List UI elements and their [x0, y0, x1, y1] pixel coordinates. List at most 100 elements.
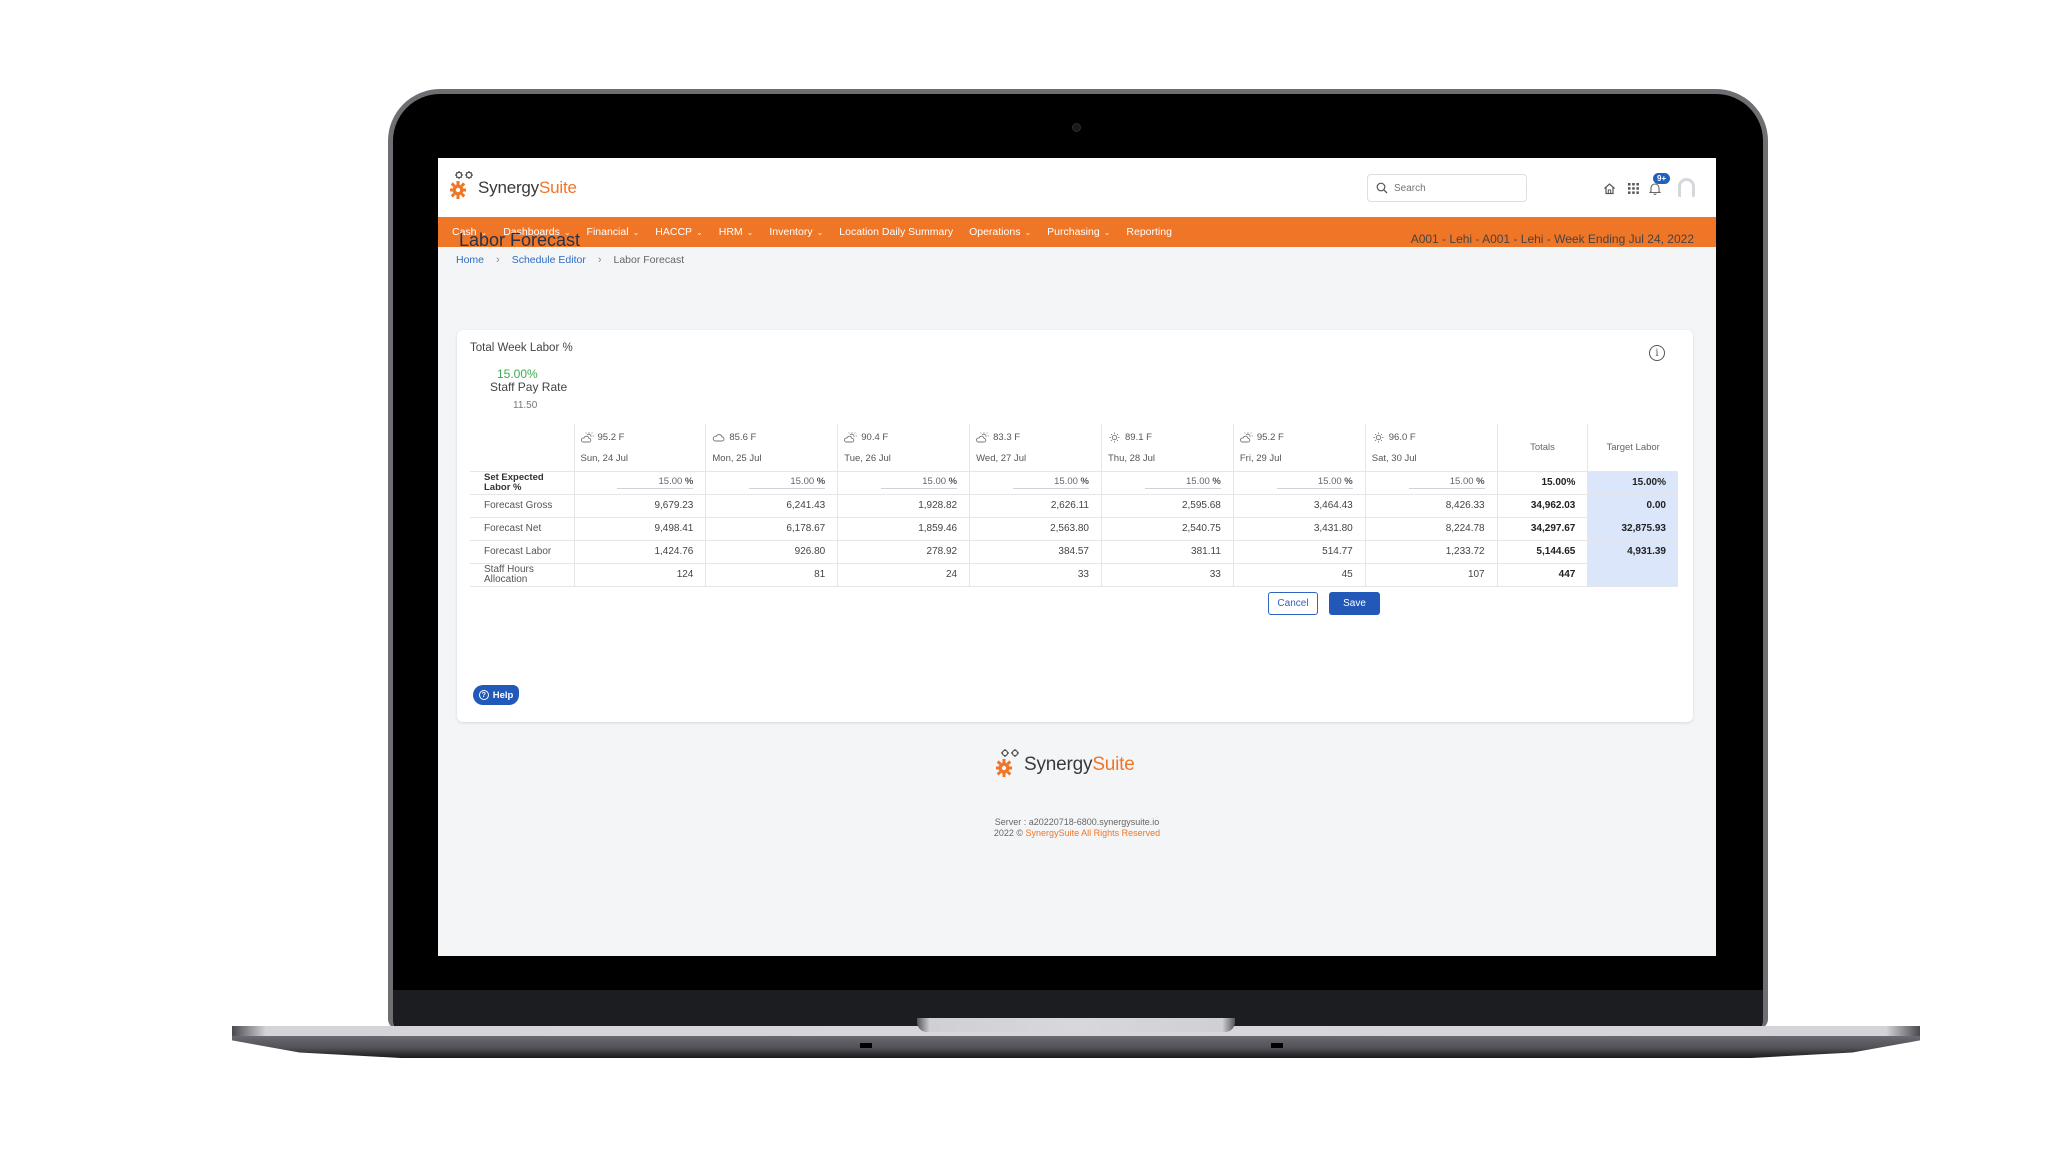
- app-header: SynergySuite 9+: [438, 158, 1716, 217]
- weather-forecast: 96.0 F: [1372, 430, 1491, 445]
- expected-labor-input[interactable]: 15.00 %: [881, 476, 958, 489]
- nav-item-reporting[interactable]: Reporting: [1126, 226, 1172, 238]
- row-target-labor: [1587, 563, 1678, 587]
- sunny-icon: [1372, 432, 1389, 443]
- camera-icon: [1072, 123, 1081, 132]
- staff-pay-rate-label: Staff Pay Rate: [490, 380, 568, 394]
- footer-brand-name: SynergySuite: [1024, 754, 1135, 775]
- nav-item-label: Operations: [969, 226, 1021, 238]
- chevron-down-icon: ⌄: [696, 227, 703, 237]
- nav-item-label: HRM: [718, 226, 743, 238]
- input-value: 15.00: [790, 476, 815, 487]
- save-button[interactable]: Save: [1329, 592, 1380, 615]
- breadcrumb-schedule-editor[interactable]: Schedule Editor: [512, 254, 586, 266]
- app-screen: SynergySuite 9+ Cash⌄Dashboards⌄Financia…: [438, 158, 1716, 956]
- weather-forecast: 89.1 F: [1108, 430, 1227, 445]
- row-total: 34,962.03: [1497, 494, 1589, 518]
- expected-labor-input[interactable]: 15.00 %: [1013, 476, 1089, 489]
- table-cell: 8,426.33: [1365, 494, 1498, 518]
- gears-icon: [450, 170, 476, 200]
- apps-grid-icon[interactable]: [1625, 180, 1641, 196]
- breadcrumb-home[interactable]: Home: [456, 254, 484, 266]
- laptop-base: [232, 1036, 1920, 1058]
- table-cell: 107: [1365, 563, 1498, 587]
- input-value: 15.00: [1186, 476, 1210, 487]
- day-column-header: 90.4 F Tue, 26 Jul: [837, 424, 971, 472]
- table-cell: 1,859.46: [837, 517, 971, 541]
- weather-forecast: 95.2 F: [1239, 430, 1359, 445]
- labor-forecast-table: 95.2 F Sun, 24 Jul 85.6 F Mon, 25 Jul 90.4 F…: [470, 424, 1678, 587]
- nav-item-financial[interactable]: Financial ⌄: [587, 226, 640, 238]
- expected-labor-input[interactable]: 15.00 %: [617, 476, 694, 489]
- chevron-right-icon: ›: [496, 254, 500, 266]
- copyright: 2022 © SynergySuite All Rights Reserved: [438, 828, 1716, 838]
- input-value: 15.00: [658, 476, 683, 487]
- table-header-row: 95.2 F Sun, 24 Jul 85.6 F Mon, 25 Jul 90.4 F…: [470, 424, 1678, 472]
- temperature: 89.1 F: [1125, 432, 1152, 443]
- percent-unit: %: [948, 476, 958, 487]
- chevron-down-icon: ⌄: [816, 227, 824, 237]
- nav-item-hrm[interactable]: HRM ⌄: [719, 226, 754, 238]
- table-cell: 278.92: [837, 540, 971, 564]
- row-label: Forecast Labor: [470, 540, 575, 564]
- cloudy-icon: [712, 432, 729, 443]
- table-cell: 3,464.43: [1233, 494, 1366, 518]
- server-info: Server : a20220718-6800.synergysuite.io: [994, 817, 1160, 827]
- row-total: 447: [1497, 563, 1589, 587]
- table-cell: 33: [1101, 563, 1234, 587]
- nav-item-inventory[interactable]: Inventory ⌄: [769, 226, 823, 238]
- percent-unit: %: [1212, 476, 1221, 487]
- nav-item-label: Location Daily Summary: [839, 226, 954, 238]
- nav-item-purchasing[interactable]: Purchasing ⌄: [1047, 226, 1110, 238]
- percent-unit: %: [1476, 476, 1485, 487]
- expected-labor-input[interactable]: 15.00 %: [1144, 476, 1221, 489]
- table-row: Staff Hours Allocation 124 81 24 33 33 45 107 44…: [470, 563, 1678, 587]
- table-cell: 384.57: [969, 540, 1102, 564]
- brand-logo[interactable]: SynergySuite: [450, 170, 577, 200]
- temperature: 83.3 F: [993, 432, 1021, 443]
- table-cell: 1,424.76: [574, 540, 707, 564]
- search-icon: [1376, 182, 1388, 194]
- expected-labor-input[interactable]: 15.00 %: [1276, 476, 1353, 489]
- table-cell: 1,928.82: [837, 494, 971, 518]
- table-cell: 381.11: [1101, 540, 1234, 564]
- search-input[interactable]: [1394, 182, 1514, 194]
- labor-forecast-card: Total Week Labor % i 15.00% Staff Pay Ra…: [457, 330, 1693, 722]
- breadcrumb: Home › Schedule Editor › Labor Forecast: [438, 247, 1716, 273]
- expected-labor-cell: 15.00 %: [1365, 471, 1498, 495]
- expected-labor-input[interactable]: 15.00 %: [1408, 476, 1485, 489]
- staff-pay-rate-value: 11.50: [513, 400, 538, 411]
- weather-forecast: 83.3 F: [976, 430, 1095, 445]
- cancel-button[interactable]: Cancel: [1268, 592, 1318, 615]
- nav-item-haccp[interactable]: HACCP ⌄: [655, 226, 702, 238]
- temperature: 96.0 F: [1388, 432, 1416, 443]
- day-column-header: 89.1 F Thu, 28 Jul: [1101, 424, 1234, 472]
- nav-item-location-daily-summary[interactable]: Location Daily Summary: [839, 226, 953, 238]
- nav-item-label: HACCP: [655, 226, 693, 238]
- copyright-link[interactable]: SynergySuite All Rights Reserved: [1026, 828, 1161, 838]
- chevron-down-icon: ⌄: [746, 227, 754, 237]
- row-target-labor: 0.00: [1587, 494, 1678, 518]
- row-target-labor: 32,875.93: [1587, 517, 1678, 541]
- row-target-labor: 4,931.39: [1587, 540, 1678, 564]
- expected-labor-input[interactable]: 15.00 %: [749, 476, 826, 489]
- day-column-header: 95.2 F Fri, 29 Jul: [1233, 424, 1366, 472]
- notification-badge: 9+: [1653, 173, 1671, 184]
- help-button[interactable]: ? Help: [473, 685, 519, 705]
- day-date: Sun, 24 Jul: [580, 453, 629, 464]
- day-column-header: 95.2 F Sun, 24 Jul: [574, 424, 707, 472]
- nav-item-operations[interactable]: Operations ⌄: [969, 226, 1031, 238]
- search-box[interactable]: [1367, 174, 1527, 202]
- totals-header: Totals: [1497, 424, 1589, 472]
- percent-unit: %: [1080, 476, 1089, 487]
- info-icon[interactable]: i: [1649, 345, 1665, 361]
- table-row: Forecast Gross 9,679.23 6,241.43 1,928.82 2,…: [470, 494, 1678, 518]
- avatar[interactable]: [1678, 178, 1695, 197]
- row-label: Staff Hours Allocation: [470, 563, 575, 587]
- laptop-mockup: SynergySuite 9+ Cash⌄Dashboards⌄Financia…: [0, 0, 2048, 1152]
- home-icon[interactable]: [1601, 180, 1617, 196]
- nav-item-label: Reporting: [1126, 226, 1172, 238]
- brand-name: SynergySuite: [478, 178, 577, 197]
- table-cell: 124: [574, 563, 707, 587]
- table-cell: 2,563.80: [969, 517, 1102, 541]
